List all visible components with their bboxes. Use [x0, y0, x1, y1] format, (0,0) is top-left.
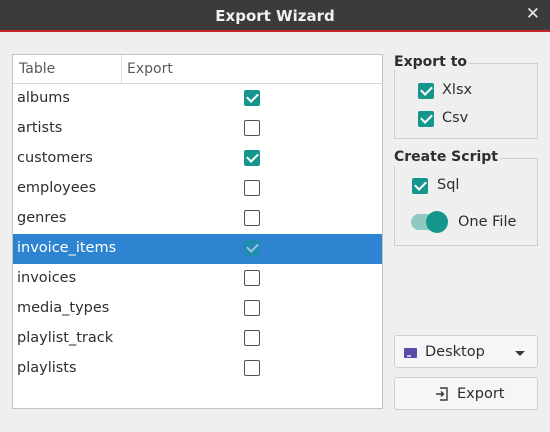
export-checkbox[interactable] [244, 240, 260, 256]
xlsx-checkbox[interactable] [418, 83, 434, 99]
column-header-export[interactable]: Export [127, 61, 173, 77]
xlsx-label: Xlsx [442, 82, 473, 98]
export-checkbox[interactable] [244, 210, 260, 226]
destination-label: Desktop [425, 344, 485, 360]
chevron-down-icon [515, 351, 525, 356]
table-row[interactable]: media_types [13, 294, 382, 324]
export-checkbox[interactable] [244, 150, 260, 166]
export-checkbox[interactable] [244, 300, 260, 316]
table-name: employees [17, 180, 97, 196]
table-name: media_types [17, 300, 110, 316]
export-label: Export [457, 386, 505, 402]
table-row[interactable]: genres [13, 204, 382, 234]
export-checkbox[interactable] [244, 120, 260, 136]
window-title: Export Wizard [215, 7, 335, 25]
table-name: invoice_items [17, 240, 117, 256]
tables-list[interactable]: Table Export albums artists customers emplo… [12, 54, 383, 409]
export-checkbox[interactable] [244, 180, 260, 196]
table-row[interactable]: invoice_items [13, 234, 382, 264]
export-button[interactable]: Export [394, 377, 538, 410]
table-name: artists [17, 120, 63, 136]
csv-checkbox[interactable] [418, 111, 434, 127]
one-file-toggle[interactable] [411, 211, 448, 233]
table-row[interactable]: artists [13, 114, 382, 144]
table-header: Table Export [13, 55, 382, 84]
table-row[interactable]: playlists [13, 354, 382, 384]
create-script-title: Create Script [394, 149, 500, 165]
table-name: playlist_track [17, 330, 114, 346]
folder-icon [404, 348, 417, 358]
export-to-group [394, 63, 538, 139]
title-bar: Export Wizard ✕ [0, 0, 550, 32]
table-row[interactable]: employees [13, 174, 382, 204]
export-checkbox[interactable] [244, 90, 260, 106]
export-checkbox[interactable] [244, 270, 260, 286]
sql-checkbox[interactable] [412, 178, 428, 194]
destination-dropdown[interactable]: Desktop [394, 335, 538, 368]
sql-label: Sql [437, 177, 460, 193]
table-row[interactable]: invoices [13, 264, 382, 294]
close-icon[interactable]: ✕ [526, 6, 540, 23]
export-checkbox[interactable] [244, 330, 260, 346]
export-checkbox[interactable] [244, 360, 260, 376]
csv-label: Csv [442, 110, 469, 126]
column-divider[interactable] [121, 55, 122, 83]
table-name: invoices [17, 270, 77, 286]
export-to-title: Export to [394, 54, 470, 70]
table-row[interactable]: customers [13, 144, 382, 174]
one-file-label: One File [458, 214, 517, 230]
column-header-table[interactable]: Table [19, 61, 55, 77]
create-script-group [394, 158, 538, 246]
table-row[interactable]: albums [13, 84, 382, 114]
table-name: playlists [17, 360, 77, 376]
toggle-knob [426, 211, 448, 233]
table-name: genres [17, 210, 67, 226]
table-name: albums [17, 90, 70, 106]
table-row[interactable]: playlist_track [13, 324, 382, 354]
export-icon [436, 387, 448, 401]
table-name: customers [17, 150, 93, 166]
